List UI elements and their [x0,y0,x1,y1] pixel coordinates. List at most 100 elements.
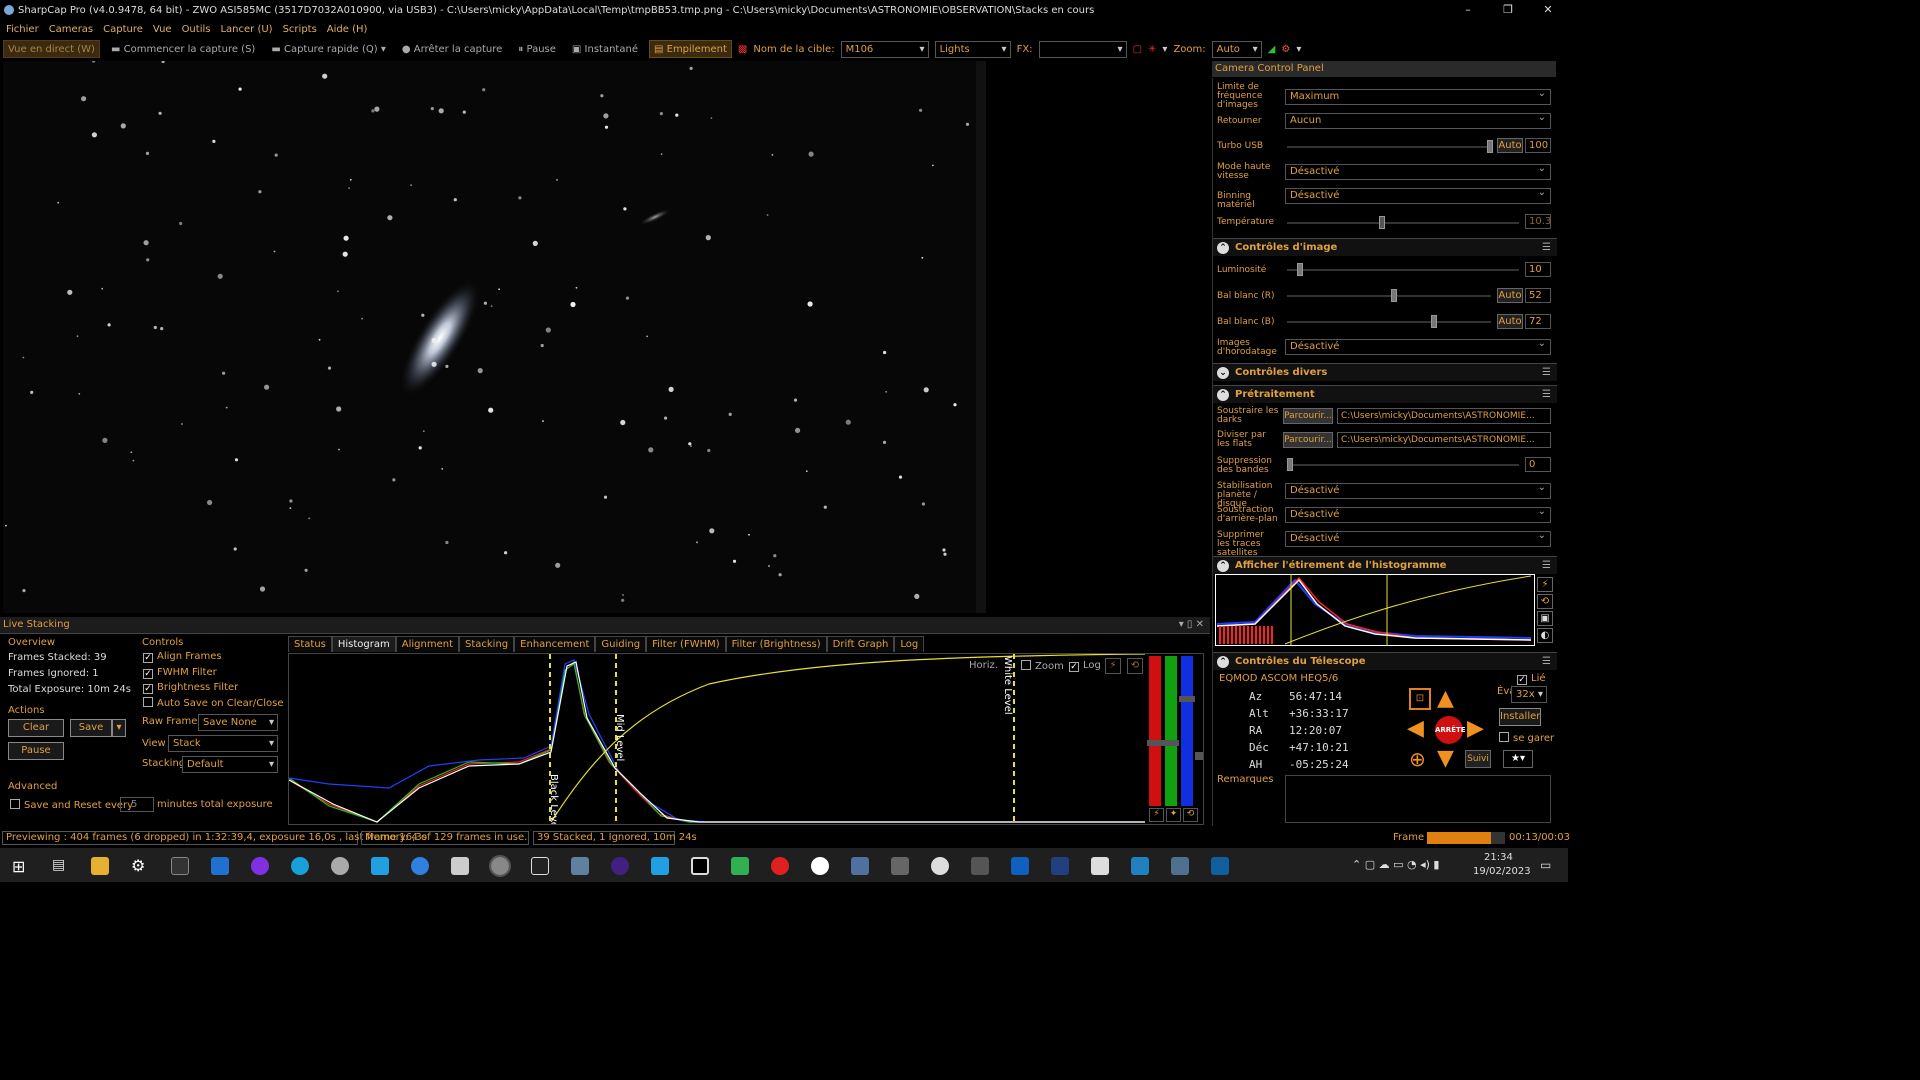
darks-path-select[interactable]: C:\Users\micky\Documents\ASTRONOMIE... [1337,408,1551,424]
tab-drift-graph[interactable]: Drift Graph [826,636,895,652]
close-button[interactable]: ✕ [1528,0,1568,20]
flip-select[interactable]: Aucun [1285,111,1551,129]
stabilisation-select[interactable]: Désactivé [1285,481,1551,499]
wb-red-slider[interactable] [1287,289,1491,302]
settings-icon[interactable]: ⚙ [1281,44,1290,55]
view-select[interactable]: Stack [168,735,278,752]
tab-log[interactable]: Log [894,636,925,652]
star-icon[interactable]: ✦ [1166,808,1181,822]
close-panel-icon[interactable]: ▾ ▯ ✕ [1179,617,1204,633]
linked-checkbox[interactable]: ✓ Lié [1517,673,1546,685]
arrow-down-button[interactable]: ▼ [1437,748,1454,770]
save-button[interactable]: Save [70,719,112,737]
tab-filter-fwhm[interactable]: Filter (FWHM) [646,636,726,652]
align-frames-checkbox[interactable]: ✓ Align Frames [143,651,222,663]
tab-enhancement[interactable]: Enhancement [514,636,596,652]
mail-icon[interactable] [211,857,229,875]
blue-level-slider[interactable] [1181,656,1193,806]
histogram-icon[interactable]: ◢ [1268,44,1276,55]
flag-icon[interactable]: ▩ [738,44,747,55]
save-dropdown-icon[interactable]: ▾ [112,719,126,737]
settings-gear-icon[interactable]: ⚙ [131,856,145,875]
goto-icon[interactable]: ⊡ [1409,688,1431,710]
reset-icon[interactable]: ⟲ [1127,658,1143,674]
flats-path-select[interactable]: C:\Users\micky\Documents\ASTRONOMIE... [1337,432,1551,448]
histogram-stretch-graph[interactable] [1215,574,1535,646]
fx-select[interactable] [1038,40,1127,58]
menu-icon[interactable]: ☰ [1542,386,1551,404]
wb-blue-knob[interactable] [1431,315,1437,328]
menu-scripts[interactable]: Scripts [283,24,317,35]
arrow-up-button[interactable]: ▲ [1437,688,1454,710]
start-capture-button[interactable]: ▬ Commencer la capture (S) [106,40,260,58]
app-icon-3[interactable] [411,857,429,875]
darks-browse-button[interactable]: Parcourir... [1283,408,1333,424]
menu-icon[interactable]: ☰ [1542,653,1551,671]
satellite-select[interactable]: Désactivé [1285,529,1551,547]
messenger-icon[interactable] [251,857,269,875]
binning-select[interactable]: Désactivé [1285,186,1551,204]
edge-icon[interactable] [291,857,309,875]
favorites-star-button[interactable]: ★▾ [1503,750,1533,768]
image-scrollbar[interactable] [976,61,986,613]
save-icon[interactable]: ▣ [1537,611,1553,626]
flats-browse-button[interactable]: Parcourir... [1283,432,1333,448]
track-button[interactable]: Suivi [1465,750,1491,768]
quick-capture-button[interactable]: ▬ Capture rapide (Q) ▾ [266,40,391,58]
reticle-icon[interactable]: ✳ [1148,44,1156,55]
app-icon-8[interactable] [691,857,709,875]
app-icon-15[interactable] [971,857,989,875]
banding-knob[interactable] [1287,458,1293,471]
menu-lancer[interactable]: Lancer (U) [220,24,272,35]
pause-button[interactable]: ⏸ Pause [513,40,561,58]
park-checkbox[interactable]: se garer [1499,732,1554,744]
brightness-value[interactable]: 10 [1525,262,1551,277]
app-icon-13[interactable] [891,857,909,875]
install-button[interactable]: Installer [1499,708,1541,726]
app-icon-17[interactable] [1051,857,1069,875]
tab-status[interactable]: Status [288,636,332,652]
tab-guiding[interactable]: Guiding [595,636,647,652]
app-icon-7[interactable] [651,857,669,875]
usb-value[interactable]: 100 [1525,138,1551,153]
image-controls-header[interactable]: ⌃ Contrôles d'image ☰ [1213,238,1557,256]
menu-capture[interactable]: Capture [103,24,143,35]
roi-icon[interactable]: ▢ [1133,44,1142,55]
stop-slew-button[interactable]: ARRÊTE [1435,716,1466,744]
zoom-checkbox[interactable]: Zoom [1021,660,1064,672]
frame-type-select[interactable]: Lights [934,40,1011,58]
wb-blue-slider[interactable] [1287,315,1491,328]
log-checkbox[interactable]: ✓ Log [1069,660,1101,672]
tab-filter-brightness[interactable]: Filter (Brightness) [725,636,827,652]
notification-icon[interactable]: ▭ [1540,858,1551,872]
timestamp-select[interactable]: Désactivé [1285,337,1551,355]
task-view-icon[interactable]: ▤ [52,857,65,873]
arrow-right-button[interactable]: ▶ [1467,718,1484,740]
telescope-header[interactable]: ⌃ Contrôles du Télescope ☰ [1213,652,1557,670]
app-icon-20[interactable] [1171,857,1189,875]
menu-cameras[interactable]: Cameras [49,24,93,35]
clock-time[interactable]: 21:34 [1484,852,1513,863]
reset-icon[interactable]: ⟲ [1183,808,1198,822]
app-icon-21[interactable] [1211,857,1229,875]
brightness-filter-checkbox[interactable]: ✓ Brightness Filter [143,682,238,694]
auto-stretch-icon[interactable]: ⚡ [1537,577,1553,592]
usb-auto-button[interactable]: Auto [1497,138,1523,153]
app-icon-14[interactable] [931,857,949,875]
histogram-panel[interactable]: Black Level Mid Level White Level Horiz.… [288,653,1204,831]
save-reset-checkbox[interactable]: Save and Reset every [10,799,133,811]
tab-histogram[interactable]: Histogram [331,636,396,652]
menu-fichier[interactable]: Fichier [6,24,39,35]
brightness-knob[interactable] [1297,263,1303,276]
green-level-slider[interactable] [1165,656,1177,806]
framerate-select[interactable]: Maximum [1285,87,1551,105]
target-icon[interactable]: ⊕ [1409,748,1426,770]
menu-icon[interactable]: ☰ [1542,364,1551,382]
file-explorer-icon[interactable] [91,857,109,875]
menu-icon[interactable]: ☰ [1542,239,1551,257]
app-icon-18[interactable] [1091,857,1109,875]
reticle-dropdown-icon[interactable]: ▾ [1162,44,1167,55]
minutes-stepper[interactable]: 5 [120,797,154,812]
contrast-icon[interactable]: ◐ [1537,628,1553,643]
notes-textarea[interactable] [1285,775,1551,823]
